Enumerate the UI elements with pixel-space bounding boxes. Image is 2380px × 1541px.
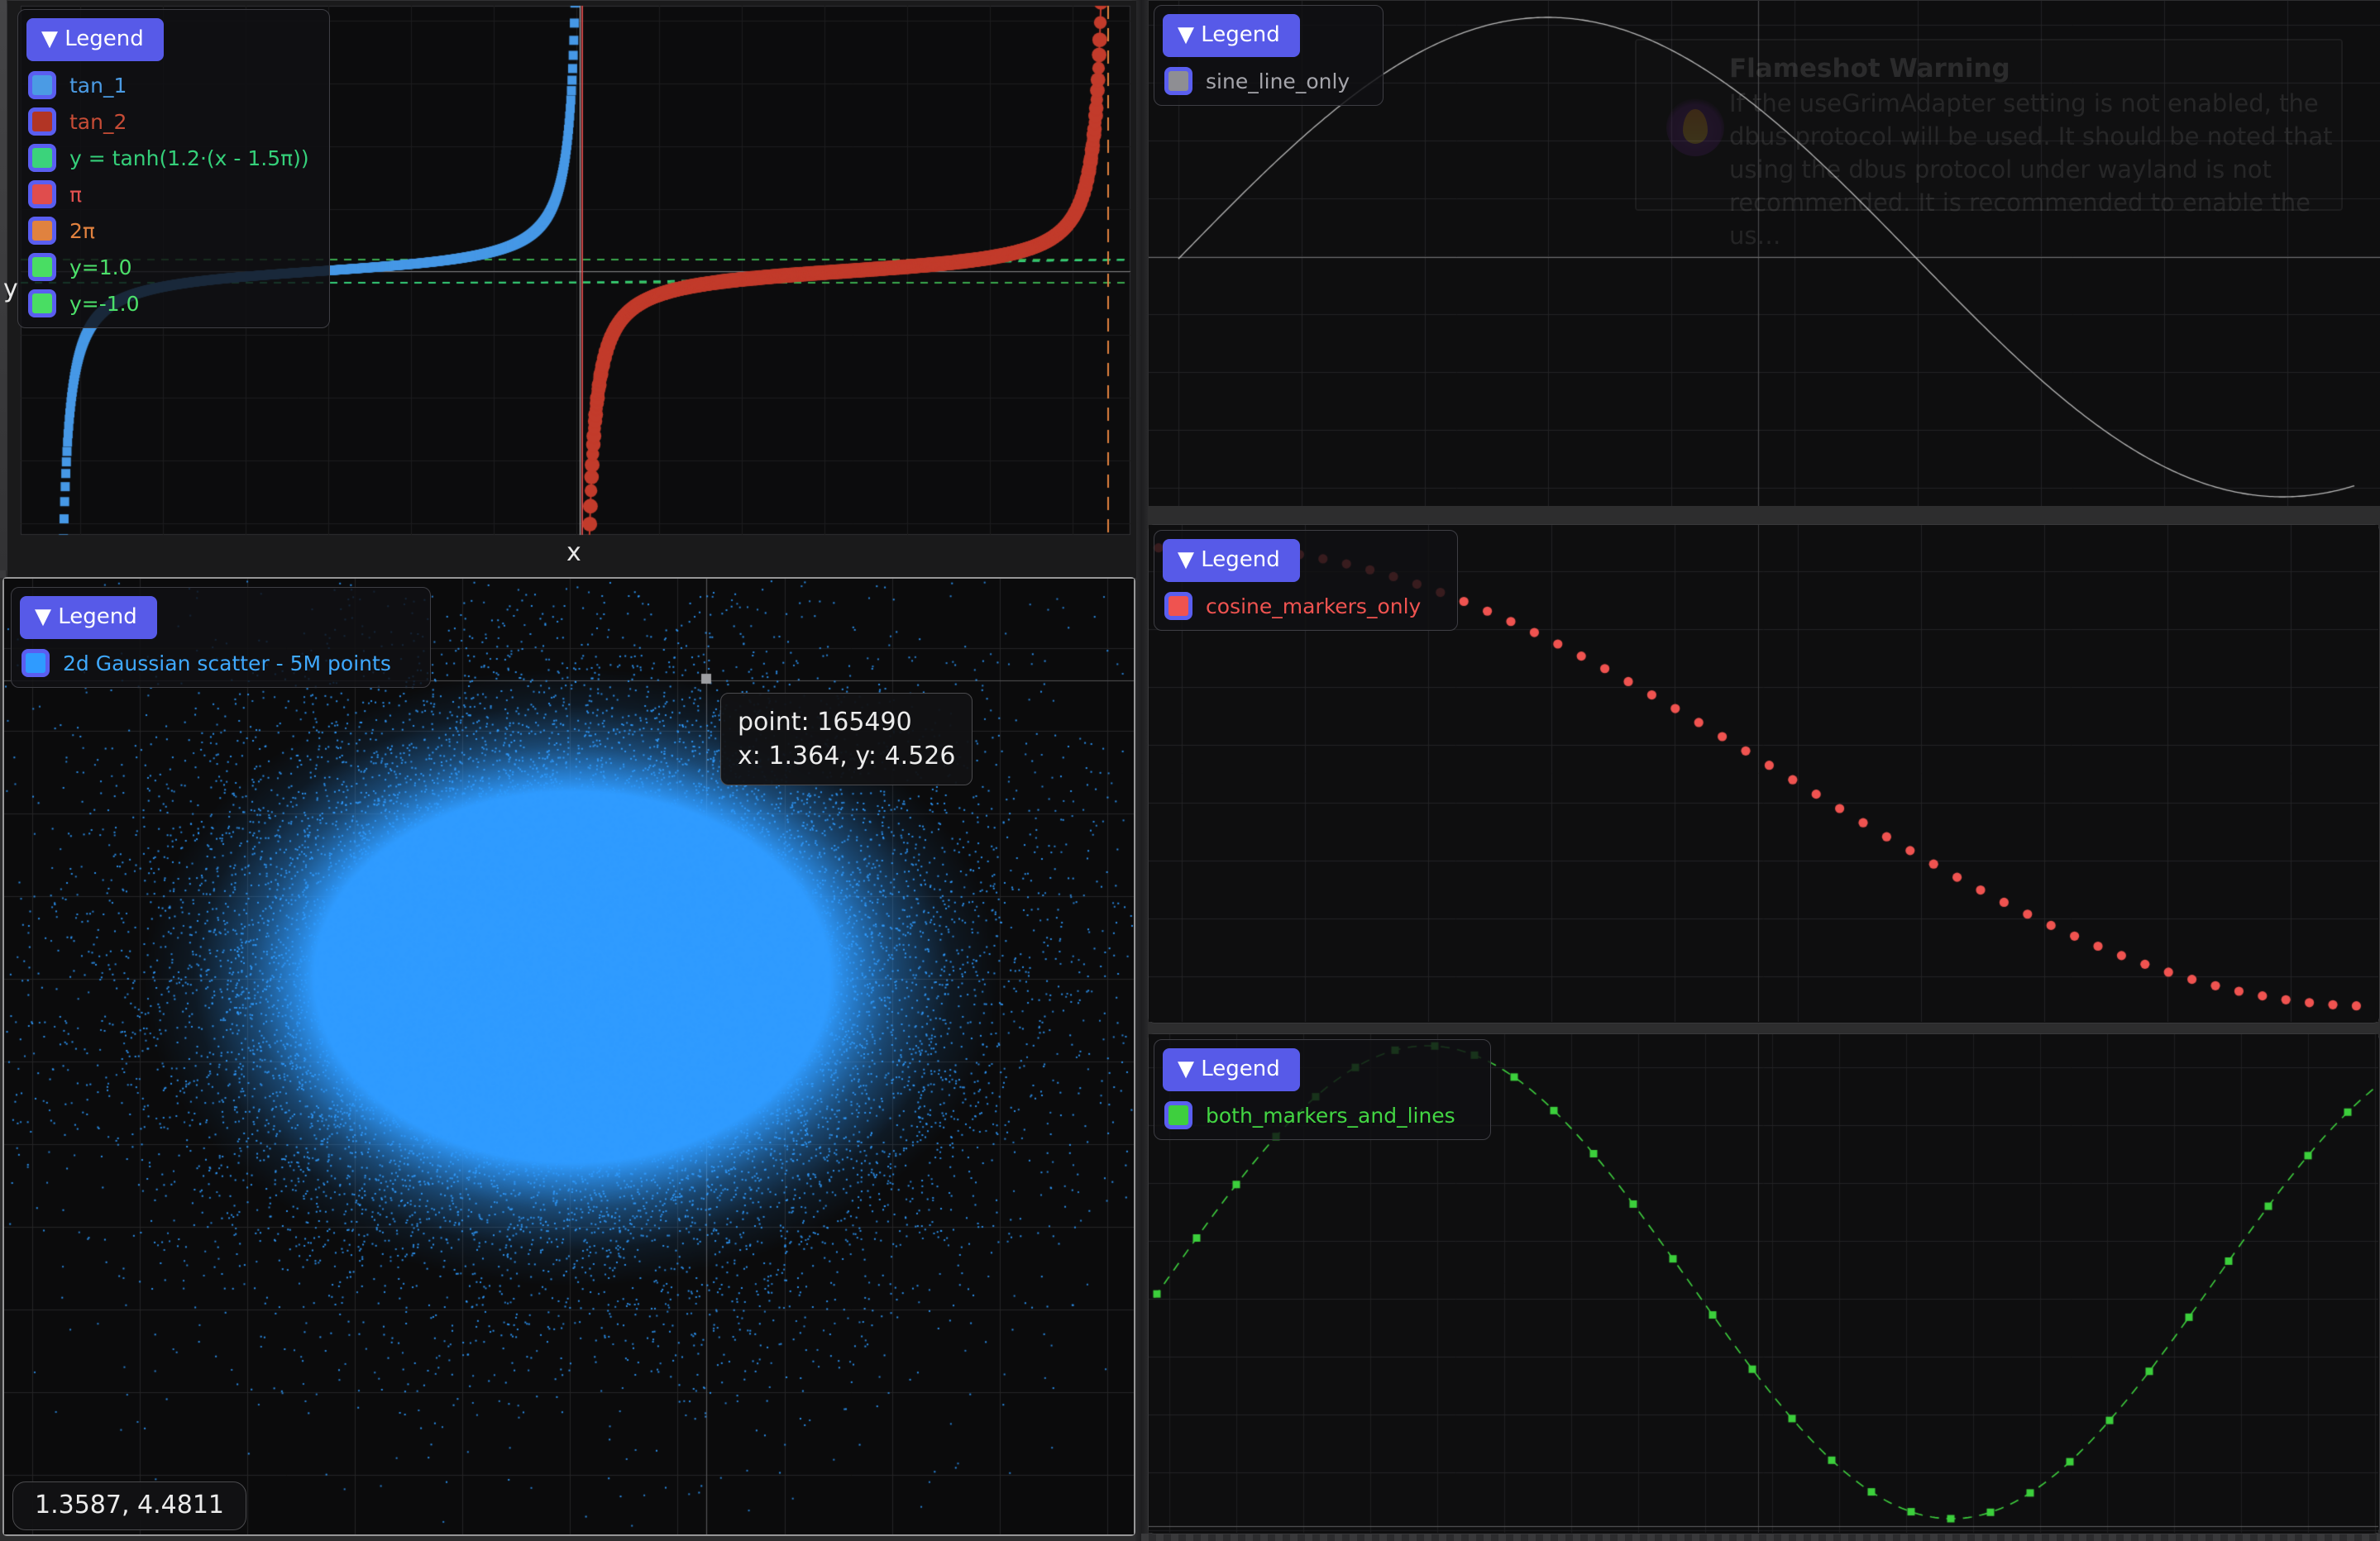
legend-item[interactable]: cosine_markers_only (1164, 592, 1441, 620)
series-swatch-icon (28, 144, 56, 172)
panel-gaussian-scatter[interactable]: ▼ Legend2d Gaussian scatter - 5M points … (2, 577, 1135, 1536)
notification-line: dbus protocol will be used. It should be… (1729, 120, 2341, 153)
notification-line: recommended. It is recommended to enable… (1729, 186, 2341, 252)
legend-item[interactable]: sine_line_only (1164, 67, 1366, 95)
legend-item-label: 2π (69, 219, 95, 243)
panel-cosine-markers[interactable]: ▼ Legend cosine_markers_only (1148, 524, 2380, 1023)
legend-item[interactable]: 2π (28, 217, 313, 245)
legend-item-label: cosine_markers_only (1206, 594, 1421, 618)
legend-item[interactable]: tan_1 (28, 71, 313, 99)
series-swatch-icon (28, 253, 56, 281)
series-swatch-icon (1164, 1101, 1192, 1129)
x-axis-label: x (566, 538, 581, 567)
legend-collapse-button[interactable]: ▼ Legend (1163, 1048, 1300, 1091)
y-axis-label: y (3, 274, 18, 303)
legend-item-label: tan_1 (69, 74, 127, 98)
legend-item[interactable]: π (28, 180, 313, 208)
series-swatch-icon (28, 71, 56, 99)
point-tooltip: point: 165490 x: 1.364, y: 4.526 (720, 693, 973, 785)
series-swatch-icon (28, 180, 56, 208)
notification-flameshot-warning: Flameshot Warning If the useGrimAdapter … (1635, 39, 2343, 211)
legend-collapse-button[interactable]: ▼ Legend (26, 18, 164, 61)
series-swatch-icon (28, 289, 56, 317)
legend-both: ▼ Legend both_markers_and_lines (1154, 1039, 1491, 1140)
legend-item[interactable]: y = tanh(1.2·(x - 1.5π)) (28, 144, 313, 172)
tooltip-point-index: point: 165490 (738, 705, 955, 739)
series-swatch-icon (22, 649, 50, 677)
tooltip-point-coords: x: 1.364, y: 4.526 (738, 739, 955, 773)
legend-item[interactable]: 2d Gaussian scatter - 5M points (22, 649, 413, 677)
flameshot-icon (1666, 98, 1724, 156)
legend-item[interactable]: y=1.0 (28, 253, 313, 281)
legend-item-label: 2d Gaussian scatter - 5M points (63, 651, 391, 675)
series-swatch-icon (1164, 592, 1192, 620)
series-swatch-icon (28, 217, 56, 245)
legend-item-label: sine_line_only (1206, 69, 1350, 93)
legend-collapse-button[interactable]: ▼ Legend (20, 596, 157, 639)
legend-item[interactable]: tan_2 (28, 107, 313, 136)
vertical-splitter[interactable] (1135, 0, 1148, 1541)
panel-both-markers-lines[interactable]: ▼ Legend both_markers_and_lines (1148, 1033, 2380, 1534)
notification-line: using the dbus protocol under wayland is… (1729, 153, 2341, 186)
legend-item-label: y=1.0 (69, 255, 132, 279)
panel-tan-plot[interactable]: ▼ Legend tan_1 tan_2y = tanh(1.2·(x - 1.5π… (7, 0, 1135, 577)
legend-cosine: ▼ Legend cosine_markers_only (1154, 530, 1458, 631)
panel-sine-line[interactable]: ▼ Legend sine_line_only Flameshot Warning… (1148, 0, 2380, 505)
series-swatch-icon (1164, 67, 1192, 95)
notification-title: Flameshot Warning (1729, 54, 2341, 83)
legend-item-label: y=-1.0 (69, 292, 140, 316)
legend-tan: ▼ Legend tan_1 tan_2y = tanh(1.2·(x - 1.5π… (17, 9, 330, 328)
series-swatch-icon (28, 107, 56, 136)
legend-item-label: π (69, 183, 82, 207)
legend-item-label: y = tanh(1.2·(x - 1.5π)) (69, 146, 309, 170)
legend-item[interactable]: both_markers_and_lines (1164, 1101, 1474, 1129)
legend-collapse-button[interactable]: ▼ Legend (1163, 14, 1300, 57)
window-bottom-strip (1141, 1534, 2380, 1541)
legend-scatter: ▼ Legend 2d Gaussian scatter - 5M points (11, 587, 431, 688)
legend-item-label: both_markers_and_lines (1206, 1104, 1455, 1128)
legend-collapse-button[interactable]: ▼ Legend (1163, 539, 1300, 582)
cursor-readout: 1.3587, 4.4811 (12, 1481, 246, 1530)
legend-item-label: tan_2 (69, 110, 127, 134)
notification-line: If the useGrimAdapter setting is not ena… (1729, 87, 2341, 120)
legend-item[interactable]: y=-1.0 (28, 289, 313, 317)
legend-sine: ▼ Legend sine_line_only (1154, 5, 1384, 106)
